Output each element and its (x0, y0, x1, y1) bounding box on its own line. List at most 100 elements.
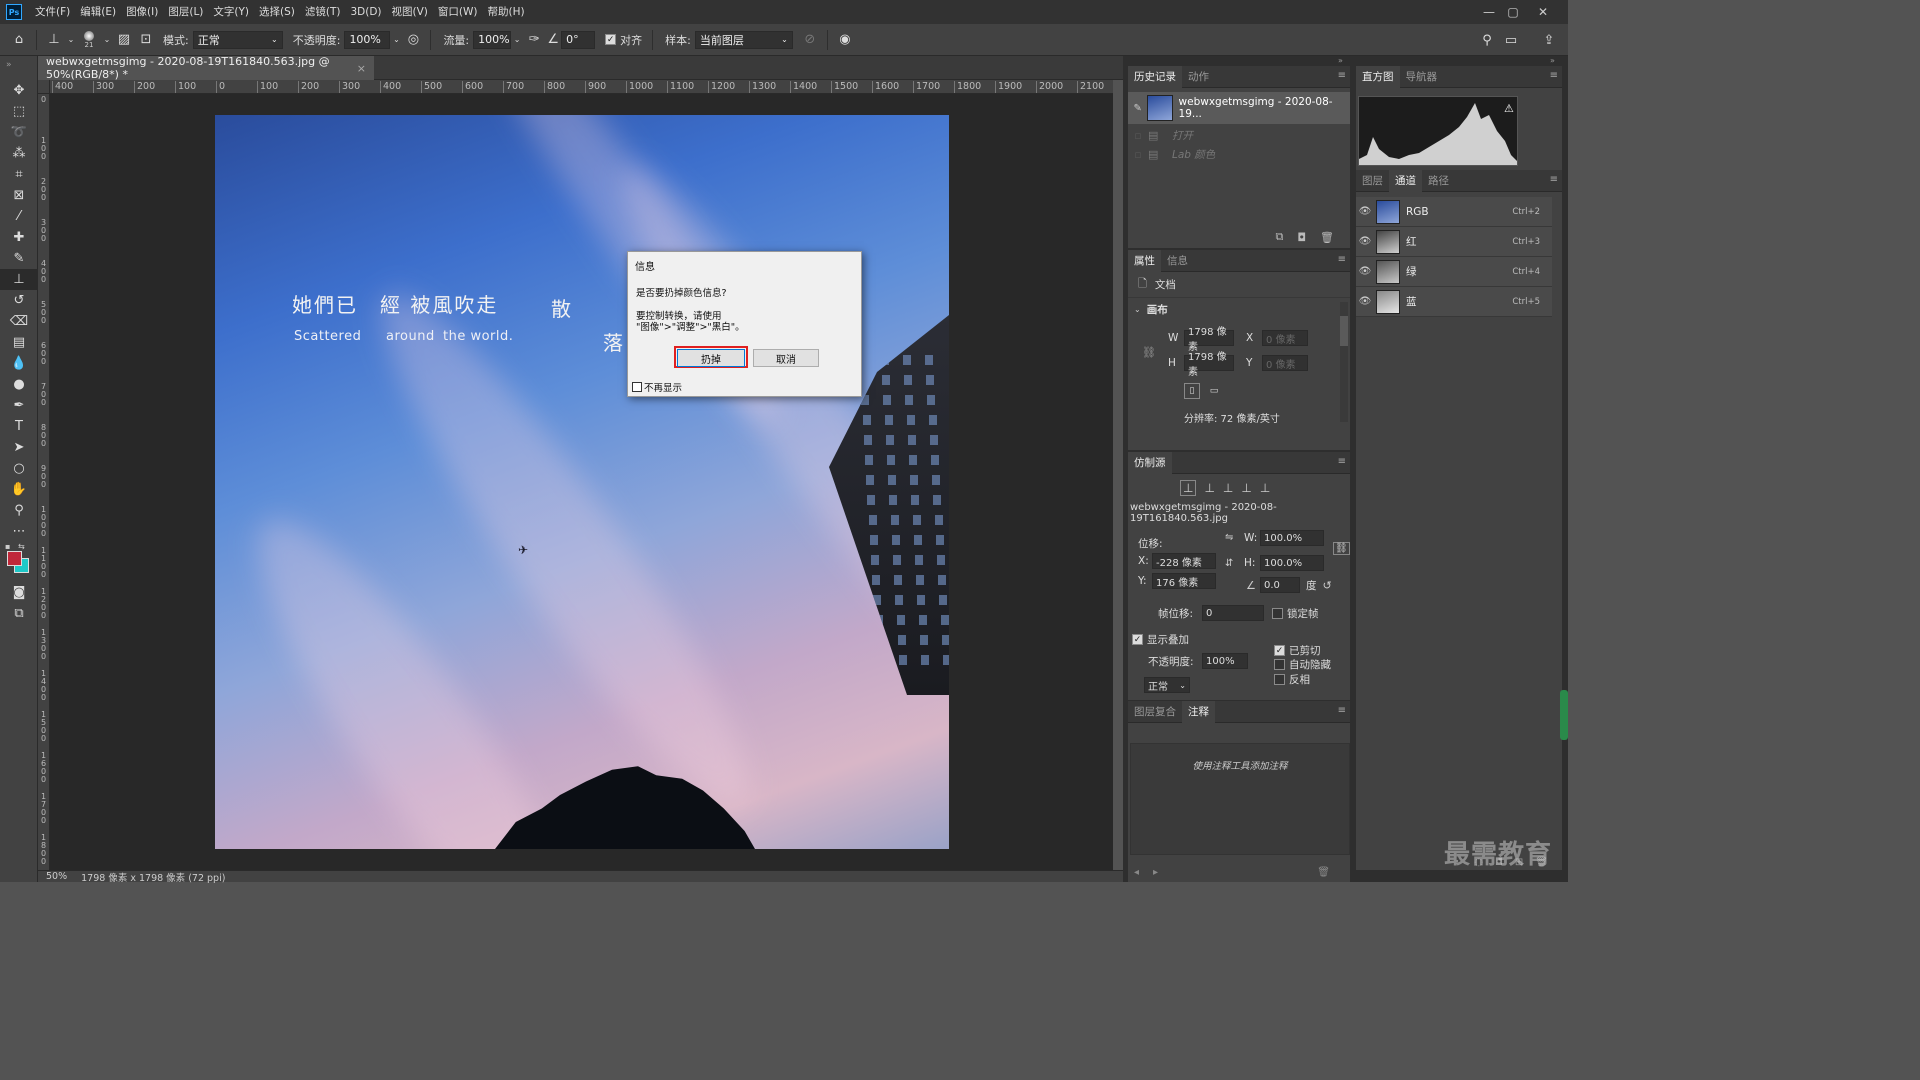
portrait-icon[interactable]: ▯ (1184, 383, 1200, 399)
clone-source-slot-2-icon[interactable]: ⊥ (1204, 481, 1214, 495)
menu-select[interactable]: 选择(S) (254, 0, 300, 24)
align-checkbox[interactable]: ✓ (605, 34, 617, 45)
panel-menu-icon[interactable]: ≡ (1338, 254, 1346, 265)
document-tab[interactable]: webwxgetmsgimg - 2020-08-19T161840.563.j… (38, 55, 374, 81)
new-document-from-state-icon[interactable]: ⧉ (1275, 230, 1283, 244)
lock-frame-checkbox[interactable] (1272, 607, 1283, 619)
side-scroll-indicator[interactable] (1560, 690, 1568, 740)
overlay-opacity-input[interactable]: 100% (1202, 653, 1248, 669)
tab-navigator[interactable]: 导航器 (1400, 66, 1444, 88)
document-info[interactable]: 1798 像素 x 1798 像素 (72 ppi) (81, 870, 225, 884)
panel-menu-icon[interactable]: ≡ (1550, 174, 1558, 185)
swap-colors-icon[interactable]: ⇆ (18, 542, 25, 551)
visibility-eye-icon[interactable]: 👁 (1356, 266, 1374, 277)
menu-3d[interactable]: 3D(D) (345, 0, 386, 24)
collapse-dock-icon[interactable]: » (1338, 56, 1350, 66)
type-tool-icon[interactable]: T (0, 416, 38, 437)
blur-tool-icon[interactable]: 💧 (0, 353, 38, 374)
flip-vertical-icon[interactable]: ⇵ (1225, 558, 1233, 569)
frame-tool-icon[interactable]: ⊠ (0, 185, 38, 206)
brush-tool-icon[interactable]: ✎ (0, 248, 38, 269)
tab-channels[interactable]: 通道 (1389, 169, 1422, 192)
foreground-color-swatch[interactable] (7, 551, 22, 566)
tab-history[interactable]: 历史记录 (1128, 65, 1182, 88)
clone-source-panel-icon[interactable]: ⊡ (135, 29, 157, 51)
scrollbar-thumb[interactable] (1340, 316, 1348, 346)
default-colors-icon[interactable]: ▪ (5, 542, 10, 551)
history-brush-source-icon[interactable]: ▫ (1128, 129, 1148, 142)
tab-properties[interactable]: 属性 (1128, 249, 1161, 272)
path-selection-tool-icon[interactable]: ➤ (0, 437, 38, 458)
mode-select[interactable]: 正常 ⌄ (192, 30, 283, 49)
tab-layers[interactable]: 图层 (1356, 170, 1389, 192)
ignore-adjustment-layers-icon[interactable]: ⊘ (799, 29, 821, 51)
visibility-eye-icon[interactable]: 👁 (1356, 236, 1374, 247)
home-icon[interactable]: ⌂ (8, 29, 30, 51)
sample-select[interactable]: 当前图层 ⌄ (694, 30, 793, 49)
rotation-input[interactable]: 0.0 (1260, 577, 1300, 593)
healing-brush-tool-icon[interactable]: ✚ (0, 227, 38, 248)
clone-source-slot-3-icon[interactable]: ⊥ (1223, 481, 1233, 495)
clone-source-slot-4-icon[interactable]: ⊥ (1241, 481, 1251, 495)
share-icon[interactable]: ⇪ (1538, 29, 1560, 51)
document-image[interactable]: ✈ 她們已 經 被風吹走 散 落 Scattered around the wo… (215, 115, 949, 849)
scale-w-input[interactable]: 100.0% (1260, 530, 1324, 546)
pressure-size-icon[interactable]: ◉ (834, 29, 856, 51)
tab-layer-comps[interactable]: 图层复合 (1128, 701, 1182, 723)
eyedropper-tool-icon[interactable]: ⁄ (0, 206, 38, 227)
canvas-y-input[interactable]: 0 像素 (1262, 355, 1308, 371)
history-brush-source-icon[interactable]: ✎ (1128, 103, 1147, 114)
workspace-icon[interactable]: ▭ (1500, 29, 1522, 51)
canvas-section-header[interactable]: ⌄ 画布 (1128, 298, 1350, 320)
zoom-tool-icon[interactable]: ⚲ (0, 500, 38, 521)
clone-stamp-preset-icon[interactable]: ⊥ (43, 29, 65, 51)
panel-menu-icon[interactable]: ≡ (1338, 705, 1346, 716)
canvas-height-input[interactable]: 1798 像素 (1184, 352, 1234, 378)
channel-row-green[interactable]: 👁 绿 Ctrl+4 (1356, 257, 1552, 287)
frame-offset-input[interactable]: 0 (1202, 605, 1264, 621)
panel-menu-icon[interactable]: ≡ (1550, 70, 1558, 81)
magic-wand-tool-icon[interactable]: ⁂ (0, 143, 38, 164)
reset-transform-icon[interactable]: ↺ (1323, 579, 1332, 592)
discard-button[interactable]: 扔掉 (677, 349, 745, 367)
lasso-tool-icon[interactable]: ➰ (0, 122, 38, 143)
panel-menu-icon[interactable]: ≡ (1338, 456, 1346, 467)
tab-clone-source[interactable]: 仿制源 (1128, 451, 1172, 474)
dodge-tool-icon[interactable]: ● (0, 374, 38, 395)
collapse-toolbar-icon[interactable]: » (0, 56, 37, 80)
opacity-input[interactable]: 100% (344, 30, 391, 49)
screen-mode-icon[interactable]: ⧉ (0, 603, 38, 624)
dont-show-checkbox[interactable] (632, 382, 642, 392)
brush-settings-icon[interactable]: ▨ (113, 29, 135, 51)
notes-area[interactable]: 使用注释工具添加注释 (1130, 743, 1350, 855)
quick-mask-icon[interactable]: ◙ (0, 582, 38, 603)
more-tools-icon[interactable]: ⋯ (0, 521, 38, 542)
chevron-down-icon[interactable]: ⌄ (65, 29, 77, 51)
canvas-width-input[interactable]: 1798 像素 (1184, 327, 1234, 353)
auto-hide-checkbox[interactable] (1274, 659, 1285, 670)
tab-actions[interactable]: 动作 (1182, 66, 1215, 88)
move-tool-icon[interactable]: ✥ (0, 80, 38, 101)
chevron-down-icon[interactable]: ⌄ (101, 29, 113, 51)
landscape-icon[interactable]: ▭ (1206, 383, 1222, 399)
channel-row-red[interactable]: 👁 红 Ctrl+3 (1356, 227, 1552, 257)
clipped-checkbox[interactable]: ✓ (1274, 645, 1285, 656)
channel-row-rgb[interactable]: 👁 RGB Ctrl+2 (1356, 197, 1552, 227)
constrain-proportions-icon[interactable]: ⛓ (1333, 542, 1350, 555)
invert-checkbox[interactable] (1274, 674, 1285, 685)
visibility-eye-icon[interactable]: 👁 (1356, 296, 1374, 307)
search-icon[interactable]: ⚲ (1476, 29, 1498, 51)
link-icon[interactable]: ⛓ (1142, 346, 1156, 359)
trash-icon[interactable]: 🗑 (1320, 231, 1334, 244)
offset-x-input[interactable]: -228 像素 (1152, 553, 1216, 569)
scale-h-input[interactable]: 100.0% (1260, 555, 1324, 571)
menu-layer[interactable]: 图层(L) (163, 0, 208, 24)
hand-tool-icon[interactable]: ✋ (0, 479, 38, 500)
camera-icon[interactable]: ◘ (1297, 231, 1306, 244)
clone-stamp-tool-icon[interactable]: ⊥ (0, 269, 38, 290)
menu-file[interactable]: 文件(F) (30, 0, 75, 24)
clone-source-slot-1-icon[interactable]: ⊥ (1180, 480, 1197, 496)
tab-notes[interactable]: 注释 (1182, 700, 1215, 723)
menu-edit[interactable]: 编辑(E) (75, 0, 121, 24)
chevron-down-icon[interactable]: ⌄ (511, 29, 523, 51)
